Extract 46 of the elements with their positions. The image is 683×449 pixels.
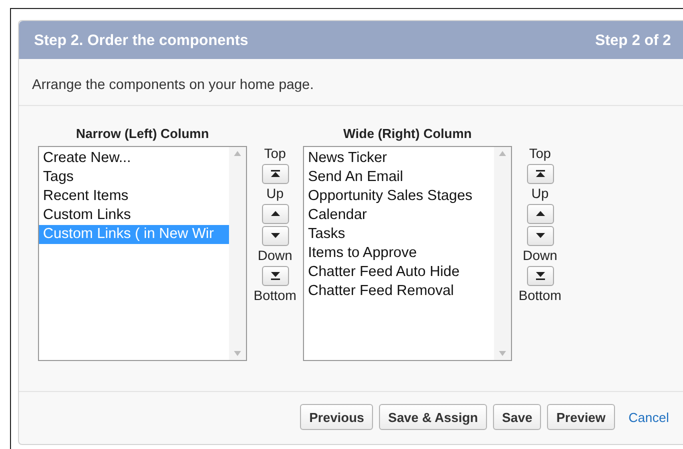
move-label: Top (264, 145, 286, 163)
step-title: Step 2. Order the components (34, 32, 248, 48)
move-label: Bottom (518, 287, 562, 305)
footer-button[interactable]: Save (493, 404, 542, 430)
footer-button[interactable]: Save & Assign (379, 404, 487, 430)
list-item[interactable]: Chatter Feed Removal (304, 282, 494, 301)
list-item[interactable]: News Ticker (304, 149, 494, 168)
arrow-to-bottom-icon (534, 271, 546, 281)
move-top-button[interactable] (526, 164, 554, 184)
move-down-button[interactable] (526, 226, 554, 246)
list-item[interactable]: Items to Approve (304, 244, 494, 263)
footer-button[interactable]: Previous (300, 404, 374, 430)
up-arrow-icon (534, 209, 546, 219)
cancel-link[interactable]: Cancel (628, 410, 669, 424)
move-bottom-button[interactable] (262, 266, 288, 286)
column-title: Narrow (Left) Column (76, 126, 209, 141)
step-counter: Step 2 of 2 (595, 32, 671, 48)
instructions: Arrange the components on your home page. (32, 76, 314, 92)
move-label: Up (266, 185, 284, 203)
move-label: Bottom (254, 287, 296, 305)
move-bottom-button[interactable] (526, 266, 554, 286)
move-up-button[interactable] (526, 204, 554, 224)
arrow-to-bottom-icon (270, 271, 280, 281)
move-down-button[interactable] (262, 226, 288, 246)
list-item[interactable]: Opportunity Sales Stages (304, 187, 494, 206)
list-item[interactable]: Send An Email (304, 168, 494, 187)
move-top-button[interactable] (262, 164, 288, 184)
list-item[interactable]: Tags (39, 168, 229, 187)
move-label: Down (522, 247, 558, 265)
list-item[interactable]: Chatter Feed Auto Hide (304, 263, 494, 282)
move-label: Down (258, 247, 292, 265)
move-label: Top (529, 145, 551, 163)
list-item[interactable]: Custom Links (39, 206, 229, 225)
component-list[interactable]: News Ticker Send An Email Opportunity Sales Stages Calendar Tasks Items to Approve Chatter Feed Auto Hide Chatter Feed Removal (303, 146, 512, 361)
arrow-to-top-icon (534, 169, 546, 179)
column-title: Wide (Right) Column (343, 126, 472, 141)
move-label: Up (531, 185, 549, 203)
move-up-button[interactable] (262, 204, 288, 224)
list-item[interactable]: Tasks (304, 225, 494, 244)
list-item[interactable]: Calendar (304, 206, 494, 225)
arrow-to-top-icon (270, 169, 280, 179)
footer-button[interactable]: Preview (547, 404, 615, 430)
up-arrow-icon (270, 209, 280, 219)
list-item[interactable]: Create New... (39, 149, 229, 168)
component-list[interactable]: Create New... Tags Recent Items Custom Links Custom Links ( in New Wir (38, 146, 247, 361)
list-item[interactable]: Recent Items (39, 187, 229, 206)
